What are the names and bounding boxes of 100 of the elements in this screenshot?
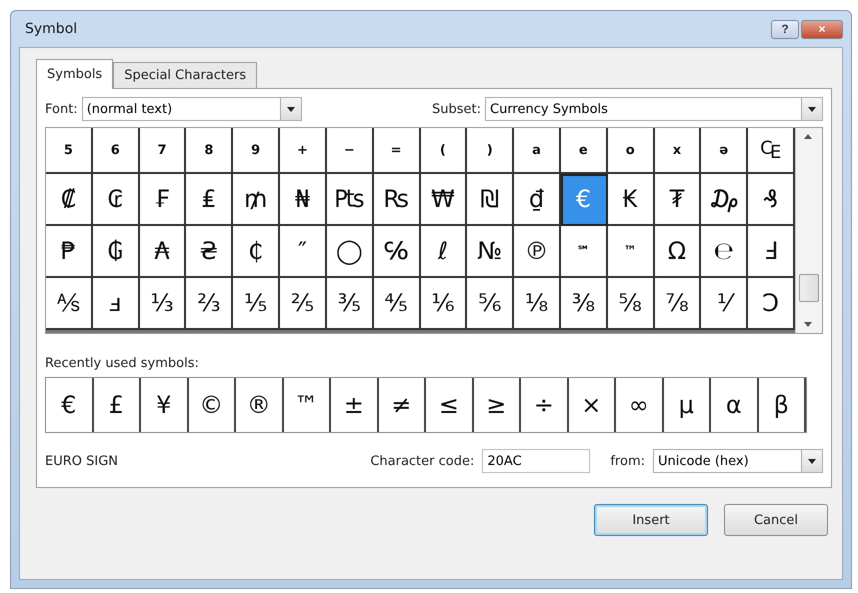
- symbol-cell[interactable]: x: [654, 128, 702, 174]
- symbol-cell[interactable]: ₣: [140, 174, 186, 226]
- symbol-cell[interactable]: ⅝: [608, 278, 655, 330]
- symbol-cell[interactable]: 5: [46, 128, 93, 174]
- symbol-cell[interactable]: ⅙: [420, 278, 468, 330]
- recent-symbol-cell[interactable]: α: [711, 378, 758, 432]
- symbol-cell[interactable]: ₢: [92, 174, 140, 226]
- dialog-button[interactable]: Cancel: [724, 504, 828, 536]
- symbol-cell[interactable]: −: [326, 128, 374, 174]
- symbol-cell[interactable]: ₱: [46, 226, 93, 278]
- symbol-cell[interactable]: ◯: [326, 226, 374, 278]
- symbol-cell[interactable]: ₫: [514, 174, 561, 226]
- symbol-cell[interactable]: ⅚: [467, 278, 514, 330]
- symbol-cell[interactable]: ₪: [467, 174, 514, 226]
- subset-dropdown[interactable]: Currency Symbols: [485, 97, 823, 121]
- recent-symbol-cell[interactable]: ≠: [378, 378, 426, 432]
- symbol-cell[interactable]: ℠: [560, 226, 608, 278]
- symbol-cell[interactable]: Ω: [654, 226, 702, 278]
- symbol-cell[interactable]: e: [560, 128, 608, 174]
- tab[interactable]: Symbols: [36, 59, 114, 89]
- font-dropdown[interactable]: (normal text): [82, 97, 302, 121]
- symbol-cell[interactable]: ⅛: [514, 278, 561, 330]
- symbol-cell[interactable]: ₦: [280, 174, 327, 226]
- recent-symbol-cell[interactable]: ™: [284, 378, 331, 432]
- symbol-cell[interactable]: ℮: [701, 226, 748, 278]
- symbol-cell[interactable]: ₴: [186, 226, 234, 278]
- recent-symbol-cell[interactable]: ∞: [616, 378, 664, 432]
- dropdown-arrow-icon: [286, 106, 295, 112]
- symbol-cell[interactable]: ₤: [186, 174, 234, 226]
- symbol-cell[interactable]: ⅍: [46, 278, 93, 330]
- recent-symbol-cell[interactable]: ®: [236, 378, 284, 432]
- from-label: from:: [610, 454, 645, 468]
- symbol-cell[interactable]: ™: [608, 226, 655, 278]
- symbol-cell[interactable]: ₥: [233, 174, 280, 226]
- scroll-down-arrow-icon[interactable]: [804, 322, 812, 327]
- symbol-cell[interactable]: ₯: [701, 174, 748, 226]
- recent-symbol-cell[interactable]: β: [758, 378, 806, 432]
- symbol-cell[interactable]: Ⅎ: [748, 226, 795, 278]
- symbol-cell[interactable]: ə: [701, 128, 748, 174]
- help-button[interactable]: ?: [771, 20, 799, 38]
- symbol-cell[interactable]: ₮: [654, 174, 702, 226]
- symbol-cell[interactable]: 6: [92, 128, 140, 174]
- symbol-cell[interactable]: ℓ: [420, 226, 468, 278]
- recent-symbols-label: Recently used symbols:: [45, 356, 200, 371]
- symbol-cell[interactable]: ⅘: [374, 278, 420, 330]
- symbol-cell[interactable]: ⅎ: [92, 278, 140, 330]
- symbol-cell[interactable]: Ↄ: [748, 278, 795, 330]
- symbol-cell[interactable]: ℅: [374, 226, 420, 278]
- scroll-thumb[interactable]: [799, 274, 819, 302]
- symbol-cell[interactable]: ″: [280, 226, 327, 278]
- recent-symbol-cell[interactable]: ×: [568, 378, 616, 432]
- symbol-cell[interactable]: ₭: [608, 174, 655, 226]
- symbol-cell[interactable]: ₲: [92, 226, 140, 278]
- dropdown-arrow-icon: [808, 106, 816, 112]
- symbol-cell[interactable]: ₵: [233, 226, 280, 278]
- symbol-cell[interactable]: a: [514, 128, 561, 174]
- recent-symbol-cell[interactable]: ©: [188, 378, 236, 432]
- dialog-button[interactable]: Insert: [594, 504, 708, 536]
- symbol-cell[interactable]: (: [420, 128, 468, 174]
- symbol-cell[interactable]: ₨: [374, 174, 420, 226]
- from-dropdown[interactable]: Unicode (hex): [653, 449, 823, 473]
- recent-symbol-cell[interactable]: £: [94, 378, 141, 432]
- symbol-cell[interactable]: ⅜: [560, 278, 608, 330]
- recent-symbol-cell[interactable]: €: [46, 378, 94, 432]
- symbol-cell[interactable]: ⅓: [140, 278, 186, 330]
- symbol-cell[interactable]: ₡: [46, 174, 93, 226]
- symbol-cell[interactable]: =: [374, 128, 420, 174]
- symbol-cell[interactable]: ₳: [140, 226, 186, 278]
- symbol-cell[interactable]: ⅕: [233, 278, 280, 330]
- scroll-up-arrow-icon[interactable]: [804, 134, 812, 139]
- recent-symbol-cell[interactable]: ¥: [141, 378, 188, 432]
- symbol-cell[interactable]: 7: [140, 128, 186, 174]
- symbol-cell[interactable]: ₠: [748, 128, 795, 174]
- symbol-cell[interactable]: 9: [233, 128, 280, 174]
- character-code-field[interactable]: 20AC: [482, 449, 590, 473]
- symbol-cell[interactable]: ⅖: [280, 278, 327, 330]
- symbol-cell[interactable]: o: [608, 128, 655, 174]
- recent-symbol-cell[interactable]: ≥: [474, 378, 521, 432]
- recent-symbol-cell[interactable]: µ: [664, 378, 711, 432]
- symbol-cell[interactable]: ₰: [748, 174, 795, 226]
- symbol-cell[interactable]: ₩: [420, 174, 468, 226]
- tab[interactable]: Special Characters: [113, 62, 258, 88]
- symbol-cell[interactable]: ⅞: [654, 278, 702, 330]
- recent-symbol-cell[interactable]: ≤: [426, 378, 474, 432]
- symbol-cell[interactable]: №: [467, 226, 514, 278]
- scrollbar[interactable]: [795, 128, 822, 333]
- symbol-cell[interactable]: 8: [186, 128, 234, 174]
- dropdown-arrow-icon: [808, 458, 816, 464]
- character-code-label: Character code:: [370, 454, 474, 468]
- recent-symbol-cell[interactable]: ±: [331, 378, 378, 432]
- recent-symbol-cell[interactable]: ÷: [521, 378, 568, 432]
- font-label: Font:: [45, 102, 78, 116]
- symbol-cell[interactable]: +: [280, 128, 327, 174]
- symbol-cell[interactable]: ℗: [514, 226, 561, 278]
- symbol-cell[interactable]: ⅟: [701, 278, 748, 330]
- window-title: Symbol: [25, 21, 78, 37]
- symbol-cell[interactable]: ⅗: [326, 278, 374, 330]
- symbol-cell[interactable]: ₧: [326, 174, 374, 226]
- symbol-cell[interactable]: ⅔: [186, 278, 234, 330]
- symbol-cell[interactable]: ): [467, 128, 514, 174]
